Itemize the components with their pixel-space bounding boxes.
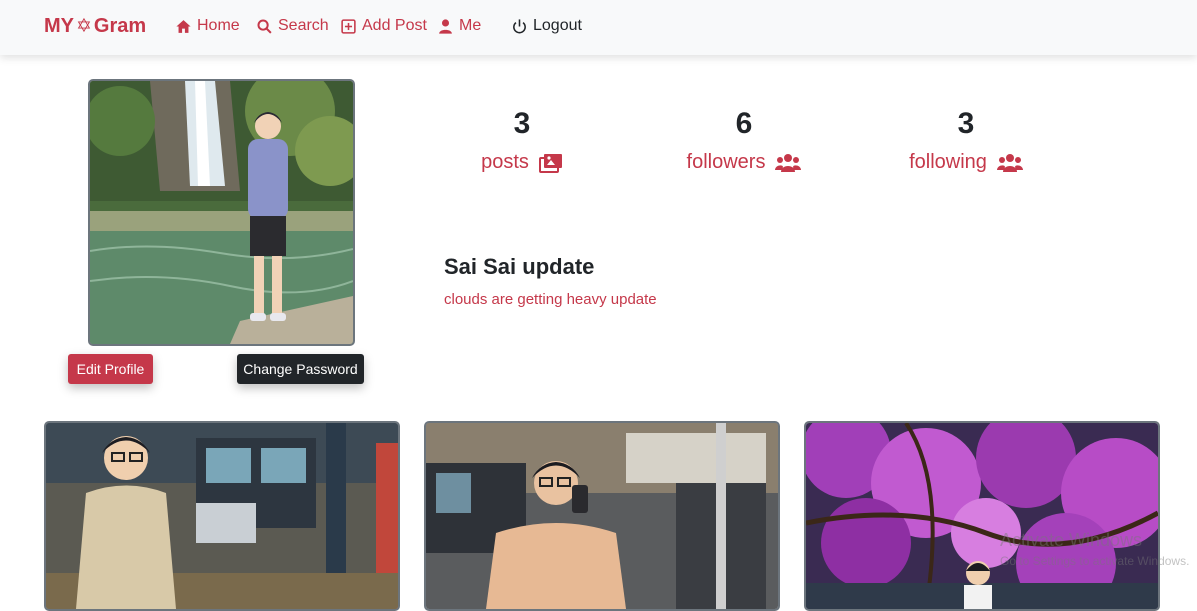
nav-search-label: Search [278, 17, 329, 34]
stat-following-value: 3 [957, 107, 975, 140]
power-icon [513, 18, 526, 33]
watermark-line1: Activate Windows [1000, 530, 1143, 550]
stat-posts-value: 3 [513, 107, 531, 140]
stat-posts[interactable]: 3 posts [442, 107, 602, 174]
stat-posts-label: posts [481, 151, 529, 173]
edit-profile-button[interactable]: Edit Profile [68, 354, 153, 384]
users-icon [996, 153, 1023, 172]
os-activation-watermark: Activate Windows Go to Settings to activ… [1000, 530, 1189, 568]
profile-name: Sai Sai update [444, 254, 595, 279]
post-thumbnail[interactable] [804, 421, 1160, 611]
navbar: MY ✡ Gram Home Search Add Post Me Logout [0, 0, 1197, 55]
stat-following-label: following [909, 151, 987, 173]
nav-add-post-label: Add Post [362, 17, 427, 34]
stat-followers[interactable]: 6 followers [664, 107, 824, 174]
nav-logout-label: Logout [533, 17, 582, 34]
stat-followers-value: 6 [735, 107, 753, 140]
post-thumbnail[interactable] [424, 421, 780, 611]
search-icon [257, 18, 272, 34]
brand-logo[interactable]: MY ✡ Gram [44, 15, 146, 38]
post-image [806, 423, 1158, 609]
post-image [426, 423, 778, 609]
nav-me[interactable]: Me [437, 17, 481, 35]
nav-logout[interactable]: Logout [511, 17, 582, 35]
stat-followers-label: followers [686, 151, 766, 173]
brand-suffix: Gram [93, 15, 147, 37]
post-thumbnail[interactable] [44, 421, 400, 611]
post-image [46, 423, 398, 609]
users-icon [775, 153, 802, 172]
nav-search[interactable]: Search [256, 17, 329, 35]
nav-me-label: Me [459, 17, 482, 34]
change-password-button[interactable]: Change Password [237, 354, 364, 384]
nav-home-label: Home [197, 17, 240, 34]
stat-following[interactable]: 3 following [886, 107, 1046, 174]
gear-icon: ✡ [76, 16, 92, 37]
watermark-line2: Go to Settings to activate Windows. [1000, 554, 1190, 568]
home-icon [176, 19, 191, 33]
nav-add-post[interactable]: Add Post [340, 17, 427, 35]
plus-square-icon [341, 18, 356, 34]
brand-prefix: MY [44, 15, 74, 37]
avatar-image [90, 81, 353, 344]
user-icon [439, 18, 452, 34]
profile-bio: clouds are getting heavy update [444, 291, 657, 308]
profile-avatar [88, 79, 355, 346]
nav-home[interactable]: Home [175, 17, 240, 35]
images-icon [538, 153, 562, 173]
